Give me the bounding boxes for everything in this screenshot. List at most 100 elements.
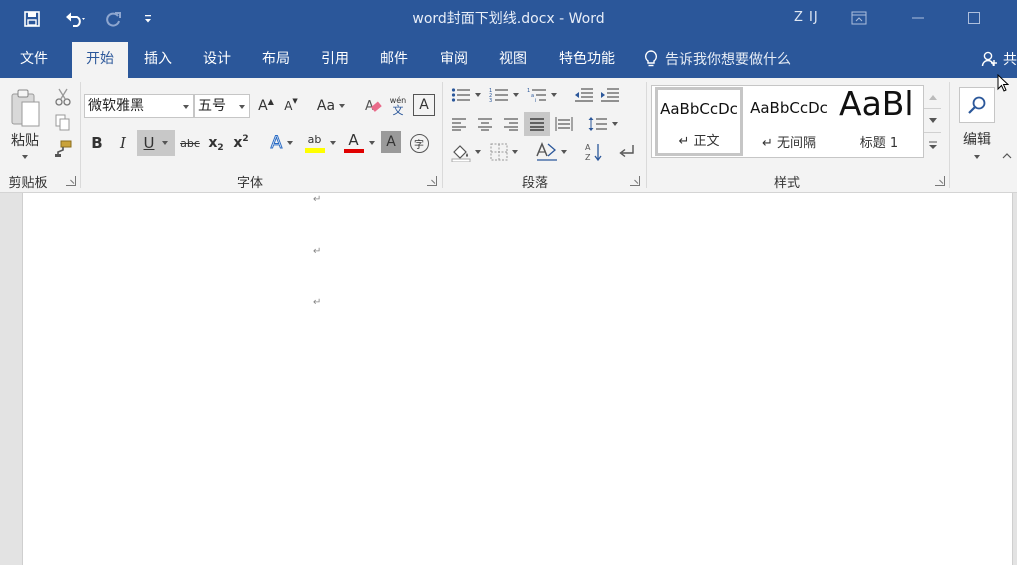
clear-formatting-icon[interactable]: A: [362, 94, 384, 118]
line-spacing-button[interactable]: [585, 113, 621, 135]
line-spacing-dropdown-icon: [612, 122, 618, 126]
chinese-layout-button[interactable]: [533, 140, 569, 164]
document-page[interactable]: ↵ ↵ ↵: [22, 193, 1013, 565]
shrink-arrow-icon: ▼: [292, 97, 298, 105]
paragraph-launcher-icon[interactable]: [630, 176, 640, 186]
font-name-combo[interactable]: 微软雅黑: [84, 94, 194, 118]
font-launcher-icon[interactable]: [427, 176, 437, 186]
numbering-button[interactable]: 123: [486, 84, 522, 106]
borders-button[interactable]: [486, 140, 522, 164]
tab-references[interactable]: 引用: [311, 42, 359, 78]
multilevel-dropdown-icon: [551, 93, 557, 97]
tell-me-search[interactable]: 告诉我你想要做什么: [643, 42, 791, 76]
svg-text:Z: Z: [585, 153, 591, 162]
font-size-value: 五号: [198, 98, 226, 114]
tab-layout[interactable]: 布局: [252, 42, 300, 78]
save-icon[interactable]: [18, 0, 46, 38]
tab-home[interactable]: 开始: [72, 42, 128, 78]
paragraph-mark: ↵: [313, 246, 322, 257]
style-no-spacing-sample: AaBbCcDc: [750, 99, 828, 117]
enclose-characters-button[interactable]: 字: [407, 131, 431, 155]
superscript-mark: 2: [242, 133, 249, 144]
style-normal[interactable]: AaBbCcDc ↵ 正文: [655, 87, 743, 156]
shading-button[interactable]: [448, 140, 484, 164]
minimize-icon[interactable]: [895, 0, 941, 36]
format-painter-icon[interactable]: [52, 138, 74, 160]
subscript-button[interactable]: x2: [205, 131, 227, 155]
customize-toolbar-icon[interactable]: [140, 0, 156, 38]
undo-button[interactable]: [56, 0, 96, 38]
character-shading-button[interactable]: A: [381, 131, 401, 153]
editing-dropdown-icon: [974, 155, 980, 159]
styles-gallery: AaBbCcDc ↵ 正文 AaBbCcDc ↵ 无间隔 AaBl 标题 1: [651, 84, 941, 158]
tab-insert[interactable]: 插入: [134, 42, 182, 78]
strikethrough-button[interactable]: abc: [178, 131, 202, 155]
bullets-button[interactable]: [448, 84, 484, 106]
grow-arrow-icon: ▲: [267, 96, 274, 106]
increase-indent-icon[interactable]: [598, 84, 622, 106]
add-person-icon: [981, 51, 997, 67]
decrease-indent-icon[interactable]: [572, 84, 596, 106]
align-left-icon[interactable]: [448, 113, 470, 135]
tab-special-features[interactable]: 特色功能: [551, 42, 623, 78]
styles-scroll-down-icon[interactable]: [924, 109, 941, 133]
group-label-clipboard: 剪贴板: [8, 176, 48, 191]
subscript-mark: 2: [217, 142, 224, 153]
sort-icon[interactable]: AZ: [582, 140, 606, 164]
align-right-icon[interactable]: [500, 113, 522, 135]
show-formatting-marks-icon[interactable]: [614, 140, 638, 164]
styles-launcher-icon[interactable]: [935, 176, 945, 186]
group-label-styles: 样式: [773, 176, 800, 191]
highlight-button[interactable]: ab: [302, 129, 338, 157]
distributed-icon[interactable]: [552, 113, 576, 135]
align-center-icon[interactable]: [474, 113, 496, 135]
phonetic-guide-button[interactable]: wén 文: [387, 92, 409, 120]
tab-view[interactable]: 视图: [489, 42, 537, 78]
superscript-button[interactable]: x2: [230, 131, 252, 155]
redo-icon[interactable]: [102, 0, 126, 38]
find-icon-box: [959, 87, 995, 123]
svg-text:A: A: [585, 143, 591, 152]
cut-icon[interactable]: [52, 86, 74, 108]
copy-icon[interactable]: [52, 112, 74, 134]
paste-button[interactable]: 粘贴: [4, 82, 46, 164]
tab-mailings[interactable]: 邮件: [370, 42, 418, 78]
style-heading-1[interactable]: AaBl 标题 1: [835, 84, 923, 157]
text-effects-button[interactable]: A: [265, 131, 299, 155]
group-separator: [80, 82, 81, 188]
svg-text:a: a: [531, 93, 534, 99]
styles-scroll-up-icon[interactable]: [924, 85, 941, 109]
character-border-button[interactable]: A: [413, 94, 435, 116]
collapse-ribbon-icon[interactable]: [1000, 148, 1014, 164]
ribbon-display-options-icon[interactable]: [836, 0, 882, 36]
user-name[interactable]: Z IJ: [794, 0, 819, 36]
style-normal-sample: AaBbCcDc: [660, 100, 738, 118]
underline-button[interactable]: U: [137, 130, 175, 156]
tab-design[interactable]: 设计: [193, 42, 241, 78]
shrink-font-button[interactable]: A ▼: [280, 94, 302, 118]
underline-dropdown-icon: [162, 141, 169, 145]
grow-font-button[interactable]: A ▲: [255, 94, 277, 118]
superscript-letter: x: [233, 135, 243, 151]
justify-icon[interactable]: [524, 112, 550, 136]
editing-button[interactable]: 编辑: [955, 83, 999, 163]
maximize-icon[interactable]: [951, 0, 997, 36]
styles-more-icon[interactable]: [924, 133, 941, 157]
undo-icon: [66, 12, 85, 27]
title-bar: word封面下划线.docx - Word Z IJ: [0, 0, 1017, 38]
italic-button[interactable]: I: [112, 131, 134, 155]
share-button[interactable]: 共: [981, 42, 1017, 76]
tab-file[interactable]: 文件: [8, 42, 60, 78]
tell-me-text: 告诉我你想要做什么: [665, 52, 791, 68]
tab-review[interactable]: 审阅: [430, 42, 478, 78]
clipboard-launcher-icon[interactable]: [66, 176, 76, 186]
font-color-button[interactable]: A: [341, 129, 377, 157]
multilevel-list-button[interactable]: 1ai: [524, 84, 560, 106]
bold-button[interactable]: B: [86, 131, 108, 155]
style-no-spacing[interactable]: AaBbCcDc ↵ 无间隔: [745, 86, 833, 157]
font-size-dropdown-icon: [239, 105, 245, 109]
change-case-label: Aa: [316, 98, 336, 114]
highlight-icon: ab: [304, 134, 325, 153]
change-case-button[interactable]: Aa: [313, 94, 349, 118]
font-size-combo[interactable]: 五号: [194, 94, 250, 118]
